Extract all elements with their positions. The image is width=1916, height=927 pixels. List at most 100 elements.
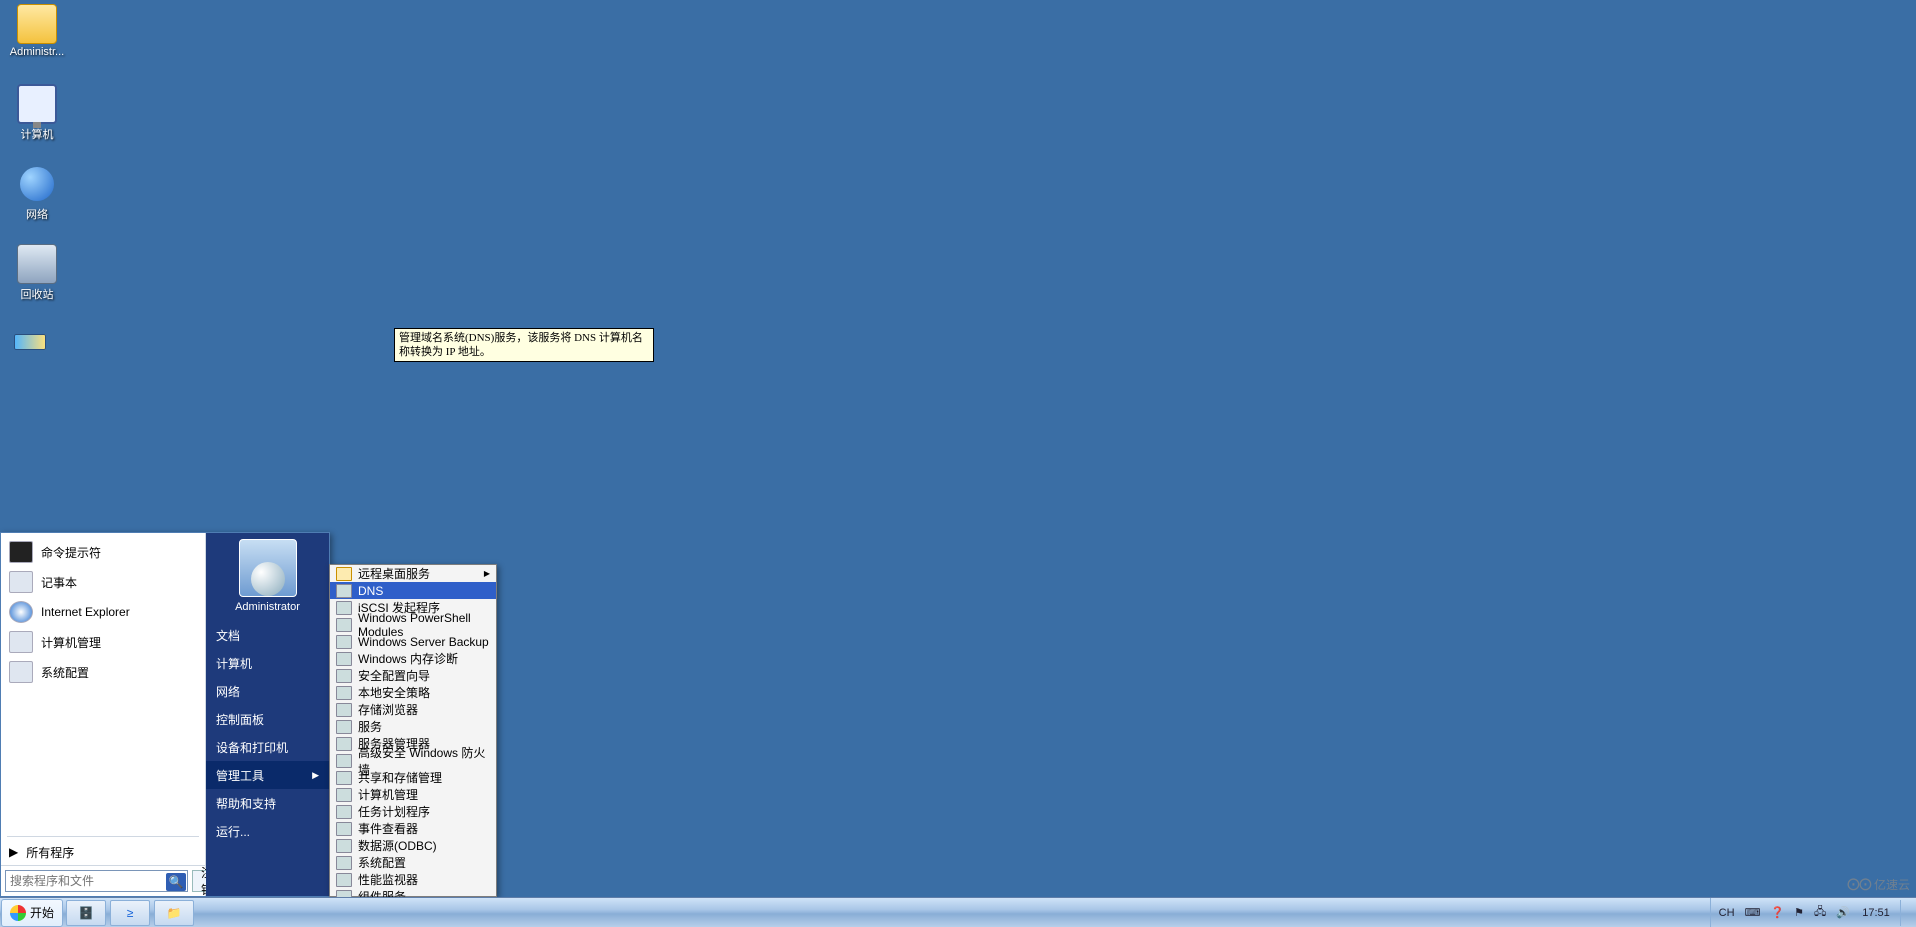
admin-tool-item-0[interactable]: 远程桌面服务▶: [330, 565, 496, 582]
admin-tool-item-16[interactable]: 数据源(ODBC): [330, 837, 496, 854]
admin-tool-item-4[interactable]: Windows Server Backup: [330, 633, 496, 650]
start-right-item-4[interactable]: 设备和打印机: [206, 733, 329, 761]
admin-tool-label: 共享和存储管理: [358, 769, 442, 786]
clock[interactable]: 17:51: [1858, 907, 1894, 919]
admin-tool-item-6[interactable]: 安全配置向导: [330, 667, 496, 684]
program-label: 计算机管理: [41, 634, 101, 651]
tooltip: 管理域名系统(DNS)服务，该服务将 DNS 计算机名称转换为 IP 地址。: [394, 328, 654, 362]
admin-tool-item-3[interactable]: Windows PowerShell Modules: [330, 616, 496, 633]
program-ie[interactable]: Internet Explorer: [1, 597, 205, 627]
start-menu-program-list: 命令提示符 记事本 Internet Explorer 计算机管理 系统配置: [1, 533, 205, 834]
tool-icon: [336, 584, 352, 598]
start-right-item-label: 控制面板: [216, 711, 264, 728]
program-label: Internet Explorer: [41, 605, 130, 619]
program-compmgmt[interactable]: 计算机管理: [1, 627, 205, 657]
desktop-icon-network[interactable]: 网络: [0, 164, 74, 222]
admin-tool-item-17[interactable]: 系统配置: [330, 854, 496, 871]
admin-tool-item-7[interactable]: 本地安全策略: [330, 684, 496, 701]
admin-tool-item-11[interactable]: 高级安全 Windows 防火墙: [330, 752, 496, 769]
start-menu-left-pane: 命令提示符 记事本 Internet Explorer 计算机管理 系统配置 ▶…: [1, 533, 206, 896]
network-tray-icon[interactable]: 🖧: [1812, 903, 1828, 922]
volume-icon[interactable]: 🔊: [1834, 906, 1852, 919]
start-right-item-6[interactable]: 帮助和支持: [206, 789, 329, 817]
desktop-icon-administrator[interactable]: Administr...: [0, 4, 74, 58]
admin-tool-item-14[interactable]: 任务计划程序: [330, 803, 496, 820]
user-folder-icon: [17, 4, 57, 44]
server-manager-icon: 🗄️: [79, 906, 94, 920]
tool-icon: [336, 686, 352, 700]
ie-icon: [9, 601, 33, 623]
language-indicator[interactable]: CH: [1717, 907, 1737, 919]
help-icon[interactable]: ❓: [1768, 906, 1786, 919]
folder-icon: [336, 567, 352, 581]
start-right-item-0[interactable]: 文档: [206, 621, 329, 649]
tool-icon: [336, 771, 352, 785]
tool-icon: [336, 788, 352, 802]
all-programs[interactable]: ▶ 所有程序: [1, 839, 205, 865]
admin-tool-label: 服务: [358, 718, 382, 735]
start-button[interactable]: 开始: [1, 899, 63, 927]
windows-orb-icon: [10, 905, 26, 921]
explorer-icon: 📁: [167, 906, 182, 920]
admin-tool-label: 存储浏览器: [358, 701, 418, 718]
all-programs-label: 所有程序: [26, 844, 74, 861]
keyboard-icon[interactable]: ⌨: [1743, 906, 1763, 919]
desktop[interactable]: Administr... 计算机 网络 回收站 命令提示符 记事本 Intern…: [0, 0, 1916, 927]
show-desktop-button[interactable]: [1900, 900, 1910, 926]
notepad-icon: [9, 571, 33, 593]
admin-tool-item-18[interactable]: 性能监视器: [330, 871, 496, 888]
submenu-arrow-icon: ▶: [484, 569, 490, 578]
start-right-item-label: 网络: [216, 683, 240, 700]
start-right-item-5[interactable]: 管理工具▶: [206, 761, 329, 789]
admin-tool-item-15[interactable]: 事件查看器: [330, 820, 496, 837]
admin-tool-label: 本地安全策略: [358, 684, 430, 701]
start-right-item-1[interactable]: 计算机: [206, 649, 329, 677]
tool-icon: [336, 737, 352, 751]
start-right-item-3[interactable]: 控制面板: [206, 705, 329, 733]
admin-tool-label: 系统配置: [358, 854, 406, 871]
powershell-icon: ≥: [127, 906, 134, 920]
program-label: 记事本: [41, 574, 77, 591]
desktop-icon-label: Administr...: [0, 46, 74, 58]
start-right-item-label: 文档: [216, 627, 240, 644]
admin-tool-item-1[interactable]: DNS: [330, 582, 496, 599]
admin-tool-label: 性能监视器: [358, 871, 418, 888]
admin-tools-submenu: 远程桌面服务▶DNSiSCSI 发起程序Windows PowerShell M…: [329, 564, 497, 897]
start-right-item-label: 帮助和支持: [216, 795, 276, 812]
tool-icon: [336, 618, 352, 632]
search-button[interactable]: 🔍: [166, 873, 186, 891]
taskbar-pin-server-manager[interactable]: 🗄️: [66, 900, 106, 926]
desktop-icon-computer[interactable]: 计算机: [0, 84, 74, 142]
search-input[interactable]: [5, 870, 188, 892]
search-icon: 🔍: [169, 875, 184, 889]
start-right-item-7[interactable]: 运行...: [206, 817, 329, 845]
tool-icon: [336, 822, 352, 836]
program-cmd[interactable]: 命令提示符: [1, 537, 205, 567]
admin-tool-item-9[interactable]: 服务: [330, 718, 496, 735]
admin-tool-item-5[interactable]: Windows 内存诊断: [330, 650, 496, 667]
desktop-icon-recycle-bin[interactable]: 回收站: [0, 244, 74, 302]
tool-icon: [336, 839, 352, 853]
admin-tool-item-13[interactable]: 计算机管理: [330, 786, 496, 803]
admin-tool-item-12[interactable]: 共享和存储管理: [330, 769, 496, 786]
control-panel-shortcut-icon[interactable]: [14, 334, 46, 350]
recycle-bin-icon: [17, 244, 57, 284]
admin-tool-label: DNS: [358, 584, 383, 598]
admin-tool-label: 任务计划程序: [358, 803, 430, 820]
taskbar-pin-explorer[interactable]: 📁: [154, 900, 194, 926]
admin-tool-label: 数据源(ODBC): [358, 837, 437, 854]
start-right-item-2[interactable]: 网络: [206, 677, 329, 705]
tool-icon: [336, 635, 352, 649]
tool-icon: [336, 652, 352, 666]
program-msconfig[interactable]: 系统配置: [1, 657, 205, 687]
action-center-icon[interactable]: ⚑: [1792, 906, 1806, 919]
computer-icon: [17, 84, 57, 124]
admin-tool-label: 安全配置向导: [358, 667, 430, 684]
admin-tool-item-8[interactable]: 存储浏览器: [330, 701, 496, 718]
msconfig-icon: [9, 661, 33, 683]
admin-tool-label: 计算机管理: [358, 786, 418, 803]
taskbar-pin-powershell[interactable]: ≥: [110, 900, 150, 926]
program-notepad[interactable]: 记事本: [1, 567, 205, 597]
start-right-item-label: 管理工具: [216, 767, 264, 784]
desktop-icon-label: 回收站: [0, 286, 74, 302]
